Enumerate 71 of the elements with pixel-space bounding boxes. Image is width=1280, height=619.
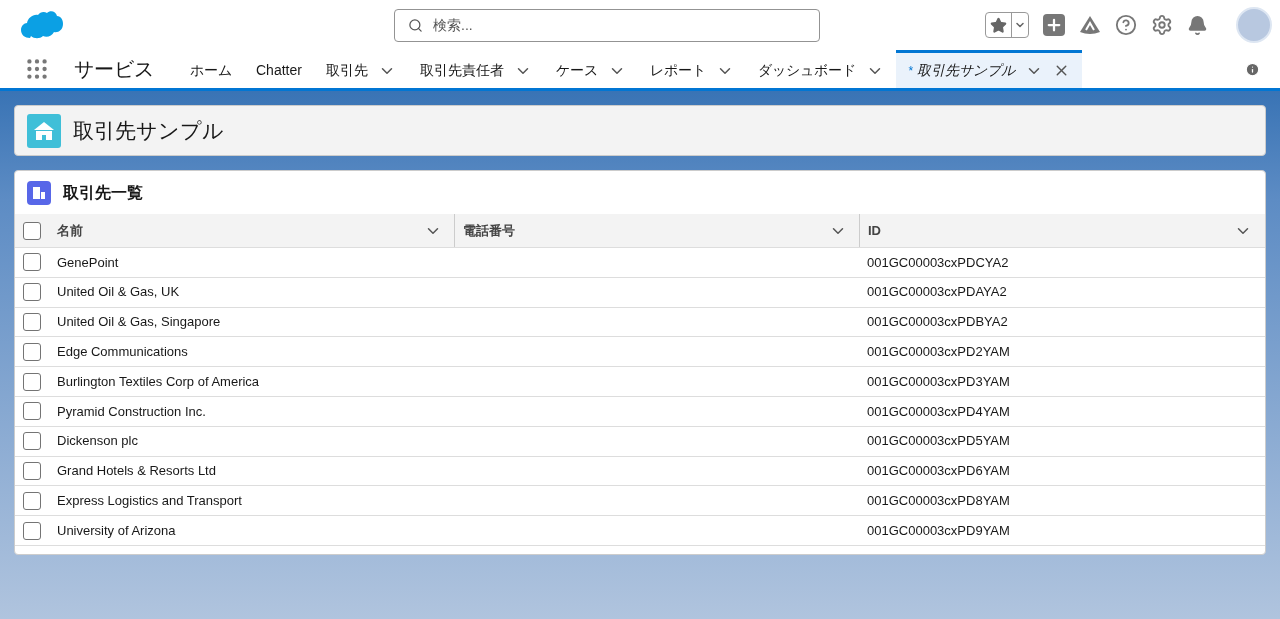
tab-label: ダッシュボード bbox=[757, 61, 856, 80]
tab-label: ホーム bbox=[190, 61, 232, 80]
nav-tab[interactable]: ケース bbox=[543, 50, 638, 88]
table-cell-text: Edge Communications bbox=[57, 343, 188, 362]
table-cell-text: 001GC00003cxPDAYA2 bbox=[867, 283, 1007, 302]
checkbox[interactable] bbox=[23, 342, 41, 361]
checkbox[interactable] bbox=[23, 253, 41, 272]
table-cell-text: 001GC00003cxPD8YAM bbox=[867, 492, 1010, 510]
building-icon bbox=[27, 180, 51, 205]
table-cell-text: University of Arizona bbox=[57, 521, 176, 540]
table-cell-text: 001GC00003cxPD6YAM bbox=[867, 462, 1010, 481]
checkbox[interactable] bbox=[23, 221, 41, 240]
table-cell-text: Express Logistics and Transport bbox=[57, 492, 242, 510]
home-icon bbox=[27, 113, 61, 148]
nav-tab[interactable]: ダッシュボード bbox=[745, 50, 896, 88]
help-icon[interactable] bbox=[1115, 14, 1137, 36]
table-cell-text: Pyramid Construction Inc. bbox=[57, 402, 206, 421]
nav-tab[interactable]: 取引先 bbox=[313, 50, 408, 88]
checkbox[interactable] bbox=[23, 461, 41, 480]
table-cell-text: United Oil & Gas, Singapore bbox=[57, 313, 221, 332]
table-cell-text: Burlington Textiles Corp of America bbox=[57, 372, 260, 391]
nav-tab[interactable]: Chatter bbox=[244, 50, 314, 88]
tab-label: ケース bbox=[555, 61, 598, 80]
nav-tab[interactable]: ホーム bbox=[178, 50, 244, 88]
table-cell-text: 001GC00003cxPDCYA2 bbox=[867, 253, 1009, 272]
checkbox[interactable] bbox=[23, 402, 41, 421]
trail-icon[interactable] bbox=[1079, 15, 1101, 35]
table-cell-text: GenePoint bbox=[57, 253, 119, 272]
info-icon[interactable] bbox=[1245, 61, 1260, 77]
checkbox[interactable] bbox=[23, 313, 41, 331]
checkbox[interactable] bbox=[23, 432, 41, 451]
column-title: 電話番号 bbox=[463, 221, 515, 240]
table-cell-text: Grand Hotels & Resorts Ltd bbox=[57, 462, 216, 481]
column-header[interactable]: 電話番号 bbox=[454, 214, 859, 247]
checkbox[interactable] bbox=[23, 372, 41, 391]
settings-icon[interactable] bbox=[1151, 14, 1173, 36]
search-field[interactable]: 検索... bbox=[394, 8, 820, 42]
table-cell-text: 001GC00003cxPDBYA2 bbox=[867, 313, 1008, 332]
nav-tab[interactable]: レポート bbox=[637, 50, 746, 88]
tab-label: 取引先サンプル bbox=[916, 61, 1015, 80]
tab-label: Chatter bbox=[256, 61, 302, 80]
column-title: ID bbox=[868, 221, 881, 240]
list-title: 取引先一覧 bbox=[63, 182, 143, 203]
nav-tab[interactable]: * 取引先サンプル bbox=[895, 50, 1082, 88]
table-cell-text: Dickenson plc bbox=[57, 432, 138, 451]
column-title: 名前 bbox=[57, 221, 83, 240]
checkbox[interactable] bbox=[23, 521, 41, 540]
checkbox[interactable] bbox=[23, 283, 41, 302]
tab-label: 取引先責任者 bbox=[419, 61, 504, 80]
column-header[interactable]: 名前 bbox=[15, 214, 454, 247]
bell-icon[interactable] bbox=[1187, 14, 1208, 36]
favorites-button[interactable] bbox=[985, 12, 1029, 38]
table-cell-text: 001GC00003cxPD9YAM bbox=[867, 521, 1010, 540]
nav-tab[interactable]: 取引先責任者 bbox=[407, 50, 544, 88]
tab-label: 取引先 bbox=[325, 61, 368, 80]
table-cell-text: 001GC00003cxPD4YAM bbox=[867, 402, 1010, 421]
page-title: 取引先サンプル bbox=[73, 117, 224, 144]
column-header[interactable]: ID bbox=[859, 214, 1264, 247]
search-icon bbox=[408, 17, 423, 33]
unsaved-mark: * bbox=[907, 62, 913, 80]
table-cell-text: 001GC00003cxPD5YAM bbox=[867, 432, 1010, 451]
app-name: サービス bbox=[74, 57, 154, 82]
table-cell-text: United Oil & Gas, UK bbox=[57, 283, 180, 302]
table-cell-text: 001GC00003cxPD2YAM bbox=[867, 343, 1010, 362]
add-icon[interactable] bbox=[1043, 14, 1065, 36]
table-cell-text: 001GC00003cxPD3YAM bbox=[867, 372, 1010, 391]
app-launcher-icon[interactable] bbox=[24, 56, 50, 82]
checkbox[interactable] bbox=[23, 491, 41, 510]
cloud-logo[interactable] bbox=[20, 10, 64, 40]
star-icon bbox=[990, 16, 1007, 34]
tab-label: レポート bbox=[649, 61, 706, 80]
